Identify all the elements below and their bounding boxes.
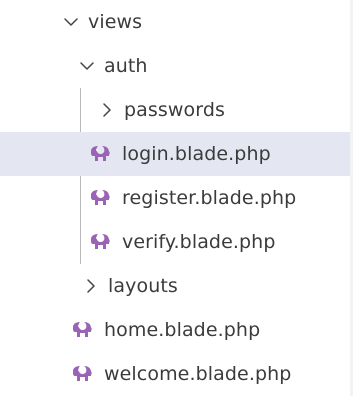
file-register-blade-php[interactable]: register.blade.php (0, 176, 353, 220)
file-login-label: login.blade.php (122, 142, 271, 165)
folder-passwords[interactable]: passwords (0, 88, 353, 132)
chevron-right-icon[interactable] (94, 97, 120, 123)
folder-auth-label: auth (104, 54, 148, 77)
chevron-right-icon[interactable] (78, 273, 104, 299)
folder-layouts[interactable]: layouts (0, 264, 353, 308)
blade-elephant-icon (70, 362, 94, 386)
folder-auth[interactable]: auth (0, 44, 353, 88)
file-login-blade-php[interactable]: login.blade.php (0, 132, 353, 176)
folder-views[interactable]: views (0, 0, 353, 44)
blade-elephant-icon (70, 318, 94, 342)
file-explorer-tree: views auth passwords login.blade.php reg… (0, 0, 353, 396)
folder-views-label: views (88, 10, 143, 33)
file-verify-blade-php[interactable]: verify.blade.php (0, 220, 353, 264)
folder-layouts-label: layouts (108, 274, 178, 297)
blade-elephant-icon (88, 230, 112, 254)
blade-elephant-icon (88, 186, 112, 210)
file-welcome-label: welcome.blade.php (104, 362, 292, 385)
file-verify-label: verify.blade.php (122, 230, 276, 253)
chevron-down-icon[interactable] (58, 9, 84, 35)
file-home-label: home.blade.php (104, 318, 261, 341)
file-welcome-blade-php[interactable]: welcome.blade.php (0, 352, 353, 396)
file-register-label: register.blade.php (122, 186, 297, 209)
file-home-blade-php[interactable]: home.blade.php (0, 308, 353, 352)
chevron-down-icon[interactable] (74, 53, 100, 79)
blade-elephant-icon (88, 142, 112, 166)
folder-passwords-label: passwords (124, 98, 226, 121)
